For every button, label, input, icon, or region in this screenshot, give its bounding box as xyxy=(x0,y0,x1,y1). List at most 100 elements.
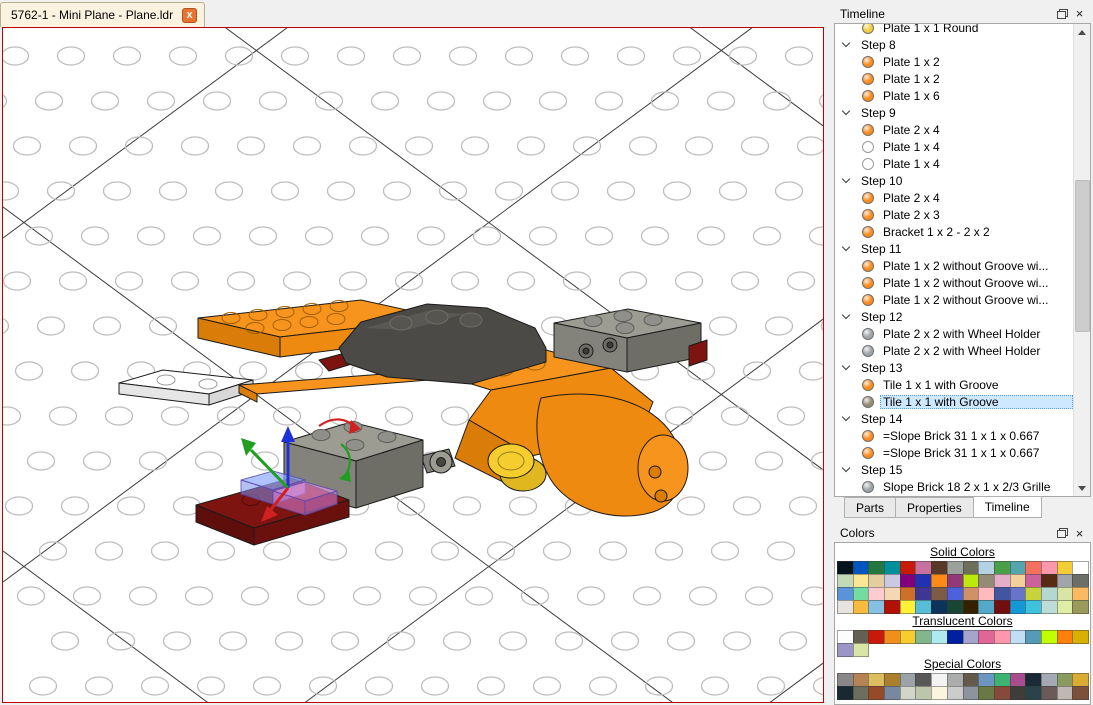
timeline-step-row[interactable]: Step 13 xyxy=(835,359,1073,376)
solid-color-swatch[interactable] xyxy=(884,574,901,588)
tab-timeline[interactable]: Timeline xyxy=(973,496,1042,518)
solid-color-swatch[interactable] xyxy=(1072,561,1089,575)
translucent-color-swatch[interactable] xyxy=(931,630,948,644)
float-panel-icon[interactable] xyxy=(1054,6,1071,21)
solid-color-swatch[interactable] xyxy=(994,587,1011,601)
timeline-scrollbar[interactable] xyxy=(1073,24,1090,496)
solid-color-swatch[interactable] xyxy=(1010,561,1027,575)
solid-color-swatch[interactable] xyxy=(963,587,980,601)
timeline-part-row[interactable]: Plate 2 x 3 xyxy=(835,206,1073,223)
solid-color-swatch[interactable] xyxy=(900,561,917,575)
timeline-part-row[interactable]: Plate 1 x 6 xyxy=(835,87,1073,104)
timeline-part-row[interactable]: Plate 1 x 2 without Groove wi... xyxy=(835,274,1073,291)
special-color-swatch[interactable] xyxy=(947,686,964,700)
timeline-step-row[interactable]: Step 15 xyxy=(835,461,1073,478)
special-color-swatch[interactable] xyxy=(900,686,917,700)
solid-color-swatch[interactable] xyxy=(900,600,917,614)
timeline-part-row[interactable]: Plate 1 x 4 xyxy=(835,138,1073,155)
translucent-color-swatch[interactable] xyxy=(947,630,964,644)
solid-color-swatch[interactable] xyxy=(963,561,980,575)
solid-color-swatch[interactable] xyxy=(837,574,854,588)
solid-color-swatch[interactable] xyxy=(1041,600,1058,614)
chevron-down-icon[interactable] xyxy=(842,412,850,420)
timeline-part-row[interactable]: =Slope Brick 31 1 x 1 x 0.667 xyxy=(835,444,1073,461)
timeline-part-row[interactable]: Plate 2 x 2 with Wheel Holder xyxy=(835,342,1073,359)
special-color-swatch[interactable] xyxy=(931,673,948,687)
solid-color-swatch[interactable] xyxy=(978,574,995,588)
special-color-swatch[interactable] xyxy=(947,673,964,687)
solid-color-swatch[interactable] xyxy=(900,574,917,588)
translucent-color-swatch[interactable] xyxy=(1072,630,1089,644)
special-color-swatch[interactable] xyxy=(978,673,995,687)
close-icon[interactable]: x xyxy=(182,8,197,23)
solid-color-swatch[interactable] xyxy=(963,574,980,588)
timeline-part-row[interactable]: Plate 2 x 4 xyxy=(835,189,1073,206)
solid-color-swatch[interactable] xyxy=(1041,587,1058,601)
timeline-part-row[interactable]: Plate 1 x 4 xyxy=(835,155,1073,172)
timeline-step-row[interactable]: Step 9 xyxy=(835,104,1073,121)
solid-color-swatch[interactable] xyxy=(1025,561,1042,575)
solid-color-swatch[interactable] xyxy=(978,587,995,601)
solid-color-swatch[interactable] xyxy=(868,600,885,614)
document-tab[interactable]: 5762-1 - Mini Plane - Plane.ldr x xyxy=(0,2,205,27)
solid-color-swatch[interactable] xyxy=(947,587,964,601)
solid-color-swatch[interactable] xyxy=(1025,600,1042,614)
translucent-color-swatch[interactable] xyxy=(868,630,885,644)
translucent-color-swatch[interactable] xyxy=(963,630,980,644)
solid-color-swatch[interactable] xyxy=(1057,574,1074,588)
close-icon[interactable]: × xyxy=(1071,6,1088,21)
solid-color-swatch[interactable] xyxy=(978,561,995,575)
translucent-color-swatch[interactable] xyxy=(900,630,917,644)
timeline-step-row[interactable]: Step 10 xyxy=(835,172,1073,189)
solid-color-swatch[interactable] xyxy=(868,561,885,575)
special-color-swatch[interactable] xyxy=(915,673,932,687)
translucent-color-swatch[interactable] xyxy=(884,630,901,644)
scrollbar-thumb[interactable] xyxy=(1075,180,1090,332)
timeline-step-row[interactable]: Step 11 xyxy=(835,240,1073,257)
special-color-swatch[interactable] xyxy=(994,686,1011,700)
solid-color-swatch[interactable] xyxy=(1072,600,1089,614)
float-panel-icon[interactable] xyxy=(1054,526,1071,541)
solid-color-swatch[interactable] xyxy=(900,587,917,601)
special-color-swatch[interactable] xyxy=(931,686,948,700)
solid-color-swatch[interactable] xyxy=(915,587,932,601)
solid-color-swatch[interactable] xyxy=(931,561,948,575)
solid-color-swatch[interactable] xyxy=(868,574,885,588)
lego-plane-model[interactable] xyxy=(119,300,707,545)
solid-color-swatch[interactable] xyxy=(1057,561,1074,575)
timeline-part-row[interactable]: Plate 2 x 4 xyxy=(835,121,1073,138)
special-color-swatch[interactable] xyxy=(853,686,870,700)
solid-color-swatch[interactable] xyxy=(1010,587,1027,601)
solid-color-swatch[interactable] xyxy=(884,587,901,601)
timeline-part-row[interactable]: Slope Brick 18 2 x 1 x 2/3 Grille xyxy=(835,478,1073,495)
translucent-color-swatch[interactable] xyxy=(837,630,854,644)
timeline-step-row[interactable]: Step 12 xyxy=(835,308,1073,325)
special-color-swatch[interactable] xyxy=(837,686,854,700)
scroll-up-icon[interactable] xyxy=(1074,24,1090,40)
solid-color-swatch[interactable] xyxy=(1010,600,1027,614)
colors-titlebar[interactable]: Colors × xyxy=(834,524,1091,542)
special-color-swatch[interactable] xyxy=(884,673,901,687)
translucent-color-swatch[interactable] xyxy=(978,630,995,644)
solid-color-swatch[interactable] xyxy=(853,587,870,601)
chevron-down-icon[interactable] xyxy=(842,310,850,318)
special-color-swatch[interactable] xyxy=(1057,686,1074,700)
translucent-color-swatch[interactable] xyxy=(1057,630,1074,644)
translucent-color-swatch[interactable] xyxy=(853,643,870,657)
solid-color-swatch[interactable] xyxy=(994,600,1011,614)
chevron-down-icon[interactable] xyxy=(842,463,850,471)
timeline-tree[interactable]: Plate 1 x 1 RoundStep 8Plate 1 x 2Plate … xyxy=(834,23,1091,497)
timeline-titlebar[interactable]: Timeline × xyxy=(834,4,1091,23)
solid-color-swatch[interactable] xyxy=(884,561,901,575)
solid-color-swatch[interactable] xyxy=(1041,561,1058,575)
chevron-down-icon[interactable] xyxy=(842,38,850,46)
translucent-color-swatch[interactable] xyxy=(1025,630,1042,644)
timeline-part-row[interactable]: Plate 1 x 2 xyxy=(835,53,1073,70)
chevron-down-icon[interactable] xyxy=(842,106,850,114)
timeline-part-row[interactable]: Plate 1 x 2 xyxy=(835,70,1073,87)
timeline-part-row[interactable]: =Slope Brick 31 1 x 1 x 0.667 xyxy=(835,427,1073,444)
timeline-part-row[interactable]: Plate 2 x 2 with Wheel Holder xyxy=(835,325,1073,342)
solid-color-swatch[interactable] xyxy=(1057,587,1074,601)
translucent-color-swatch[interactable] xyxy=(1041,630,1058,644)
timeline-step-row[interactable]: Step 8 xyxy=(835,36,1073,53)
